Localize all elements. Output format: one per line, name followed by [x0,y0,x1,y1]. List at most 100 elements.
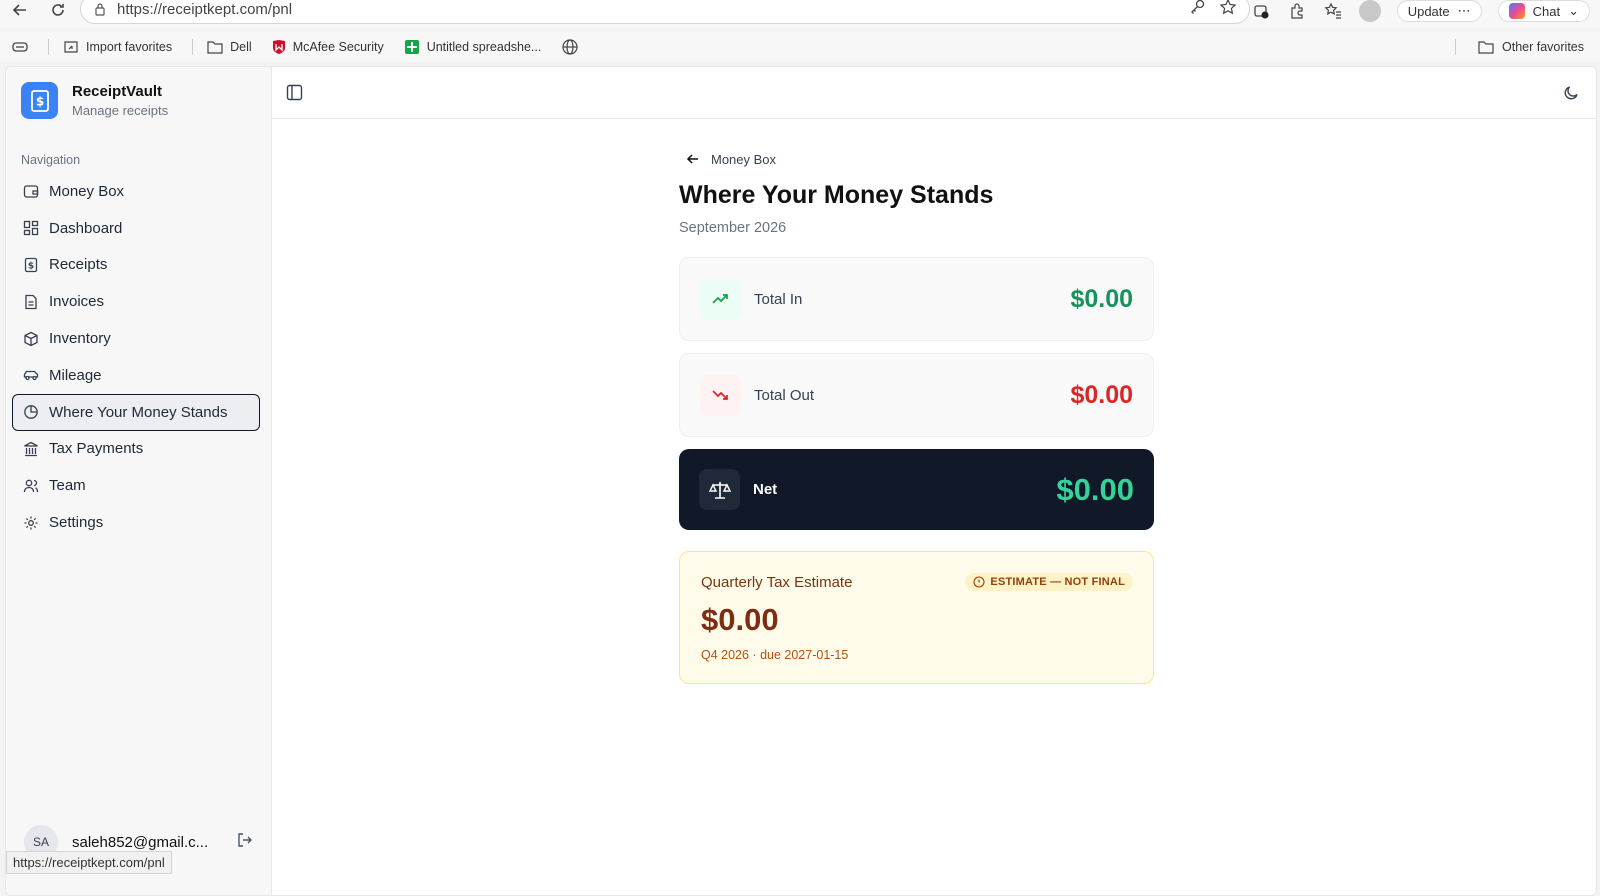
folder-icon [207,41,223,54]
sidebar-item-label: Money Box [49,182,125,200]
star-icon[interactable] [1219,0,1237,21]
mcafee-shield-icon [272,40,285,54]
sidebar-item-dashboard[interactable]: Dashboard [12,210,260,247]
users-icon [23,479,39,492]
user-email: saleh852@gmail.c... [72,833,209,851]
info-icon [973,576,985,588]
sidebar-item-label: Mileage [49,366,102,384]
sidebar-item-inventory[interactable]: Inventory [12,320,260,357]
app-window: $ ReceiptVault Manage receipts Navigatio… [5,66,1597,896]
box-icon [24,331,38,346]
sidebar-item-team[interactable]: Team [12,467,260,504]
quarterly-tax-card: Quarterly Tax Estimate ESTIMATE — NOT FI… [679,551,1154,684]
car-icon [23,371,39,381]
globe-icon[interactable] [561,38,579,56]
topbar [272,67,1596,119]
svg-text:$: $ [28,261,34,271]
bookmark-label: McAfee Security [292,40,384,54]
sidebar-toggle-icon[interactable] [286,84,303,106]
total-in-value: $0.00 [1070,284,1133,313]
bookmark-label: Import favorites [86,40,173,54]
bookmark-dell[interactable]: Dell [207,40,252,54]
receipt-icon: $ [24,257,38,273]
sidebar-item-invoices[interactable]: Invoices [12,283,260,320]
refresh-icon[interactable] [44,0,72,24]
tax-title: Quarterly Tax Estimate [701,574,853,591]
bookmark-import-favorites[interactable]: Import favorites [63,40,172,54]
other-favorites-label: Other favorites [1502,40,1584,54]
gear-icon [24,516,38,530]
logout-icon[interactable] [236,831,254,854]
total-out-card: Total Out $0.00 [679,353,1154,437]
back-arrow-icon[interactable] [6,0,34,24]
trending-up-icon [700,278,741,320]
bookmark-separator [1455,39,1457,55]
sidebar-item-mileage[interactable]: Mileage [12,357,260,394]
other-favorites[interactable]: Other favorites [1455,39,1584,55]
total-in-label: Total In [754,290,803,308]
total-in-card: Total In $0.00 [679,257,1154,341]
back-link[interactable]: Money Box [685,151,1154,167]
nav-section-label: Navigation [21,153,81,167]
sidebar-item-label: Settings [49,514,104,532]
reading-list-icon[interactable] [12,40,28,54]
sidebar-nav: Money Box Dashboard $ Receipts Invoices … [12,173,260,541]
brand[interactable]: $ ReceiptVault Manage receipts [21,82,168,119]
wallet-icon [23,185,39,199]
sidebar-item-label: Dashboard [49,219,123,237]
import-icon [64,41,78,53]
profile-avatar[interactable] [1358,0,1381,22]
extensions-badge-icon[interactable] [1251,1,1271,21]
bookmark-label: Untitled spreadshe... [426,40,542,54]
brand-name: ReceiptVault [72,83,163,100]
bookmark-spreadsheet[interactable]: Untitled spreadshe... [404,39,542,55]
period-label: September 2026 [679,220,787,236]
estimate-badge: ESTIMATE — NOT FINAL [965,573,1133,591]
bookmark-label: Dell [230,40,252,54]
bookmark-separator [48,39,49,55]
sidebar: $ ReceiptVault Manage receipts Navigatio… [6,67,272,895]
bookmark-mcafee[interactable]: McAfee Security [272,39,384,55]
sidebar-item-label: Team [49,477,86,495]
net-label: Net [753,481,778,498]
update-label: Update [1407,3,1450,19]
lock-icon [95,3,105,16]
folder-icon [1478,41,1494,54]
copilot-icon [1508,3,1525,19]
chat-label: Chat [1532,3,1561,19]
chat-button[interactable]: Chat ⌄ [1497,0,1590,22]
update-button[interactable]: Update ⋯ [1396,0,1482,22]
bookmarks-bar: Import favorites Dell McAfee Security Un… [0,32,1600,62]
total-out-label: Total Out [754,386,815,404]
sidebar-item-where-your-money-stands[interactable]: Where Your Money Stands [12,393,260,431]
browser-toolbar: https://receiptkept.com/pnl Update ⋯ Chat… [0,0,1600,28]
sidebar-item-label: Tax Payments [49,440,144,458]
key-icon[interactable] [1189,0,1207,21]
tax-value: $0.00 [701,602,779,637]
estimate-badge-label: ESTIMATE — NOT FINAL [990,576,1125,588]
sidebar-item-label: Receipts [49,256,108,274]
sidebar-item-money-box[interactable]: Money Box [12,173,260,210]
grid-icon [23,221,39,236]
sidebar-item-label: Inventory [49,330,111,348]
favorites-icon[interactable] [1323,1,1343,21]
url-text[interactable]: https://receiptkept.com/pnl [117,1,292,18]
trending-down-icon [700,374,741,416]
puzzle-icon[interactable] [1287,1,1307,21]
pie-chart-icon [24,405,38,420]
receipt-logo-icon: $ [21,82,58,119]
more-icon: ⋯ [1457,3,1471,18]
sidebar-item-tax-payments[interactable]: Tax Payments [12,431,260,468]
sidebar-item-settings[interactable]: Settings [12,504,260,541]
brand-subtitle: Manage receipts [72,103,169,118]
address-bar[interactable]: https://receiptkept.com/pnl [80,0,1250,24]
svg-text:$: $ [35,94,43,108]
sidebar-item-label: Where Your Money Stands [49,403,228,421]
sidebar-item-receipts[interactable]: $ Receipts [12,247,260,284]
sidebar-item-label: Invoices [49,293,105,311]
status-bar-url: https://receiptkept.com/pnl [6,851,172,874]
back-link-label: Money Box [711,151,777,167]
moon-icon[interactable] [1563,84,1580,106]
main-content: Money Box Where Your Money Stands Septem… [679,151,1154,684]
net-card: Net $0.00 [679,449,1154,530]
